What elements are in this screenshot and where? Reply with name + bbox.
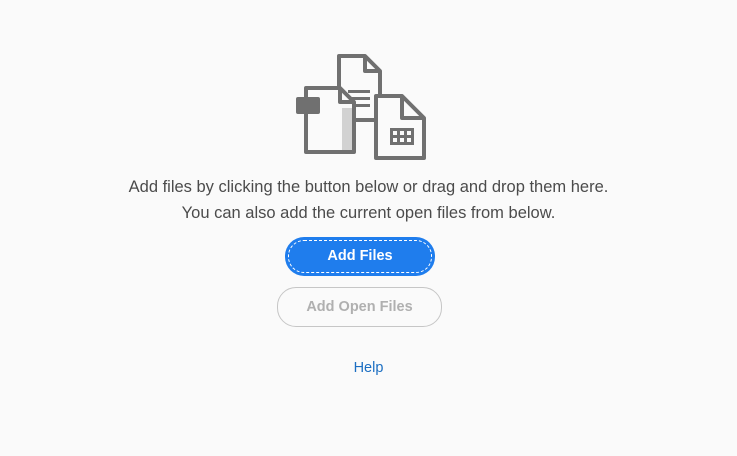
tag-icon	[296, 97, 320, 114]
add-files-panel: Add files by clicking the button below o…	[0, 0, 737, 456]
add-open-files-label: Add Open Files	[306, 299, 413, 315]
add-files-label: Add Files	[327, 248, 393, 264]
instructions-line-2: You can also add the current open files …	[181, 204, 556, 222]
instructions-line-1: Add files by clicking the button below o…	[128, 178, 609, 196]
help-link-container: Help	[0, 360, 737, 376]
multiple-files-icon	[296, 54, 426, 160]
help-link[interactable]: Help	[354, 360, 384, 376]
instructions-text: Add files by clicking the button below o…	[0, 174, 737, 226]
add-files-button[interactable]: Add Files	[285, 237, 435, 276]
add-open-files-button[interactable]: Add Open Files	[277, 287, 442, 327]
